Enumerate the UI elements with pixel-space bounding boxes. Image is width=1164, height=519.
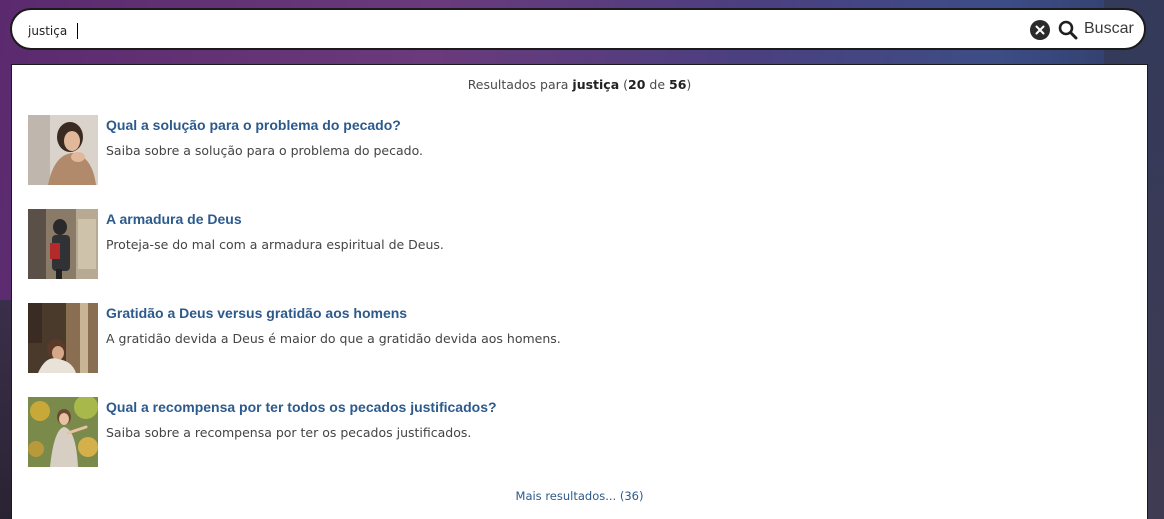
- result-thumbnail: [28, 397, 98, 467]
- result-item[interactable]: Qual a solução para o problema do pecado…: [28, 115, 1128, 187]
- results-total-count: 56: [669, 77, 687, 92]
- results-query: justiça: [572, 77, 620, 92]
- result-description: Saiba sobre a solução para o problema do…: [106, 143, 423, 158]
- results-prefix: Resultados para: [467, 77, 569, 92]
- result-thumbnail: [28, 303, 98, 373]
- result-item[interactable]: Gratidão a Deus versus gratidão aos home…: [28, 303, 1128, 375]
- result-description: Proteja-se do mal com a armadura espirit…: [106, 237, 444, 252]
- text-caret: [77, 23, 78, 39]
- clear-search-button[interactable]: [1030, 20, 1050, 40]
- results-dropdown: Resultados para justiça (20 de 56) Qual …: [11, 64, 1148, 519]
- result-title[interactable]: Gratidão a Deus versus gratidão aos home…: [106, 305, 407, 321]
- results-shown-count: 20: [628, 77, 646, 92]
- search-bar: Buscar: [10, 8, 1146, 50]
- result-item[interactable]: A armadura de Deus Proteja-se do mal com…: [28, 209, 1128, 281]
- result-thumbnail: [28, 115, 98, 185]
- result-title[interactable]: Qual a recompensa por ter todos os pecad…: [106, 399, 497, 415]
- result-description: Saiba sobre a recompensa por ter os peca…: [106, 425, 472, 440]
- search-button-label: Buscar: [1084, 20, 1134, 37]
- result-item[interactable]: Qual a recompensa por ter todos os pecad…: [28, 397, 1128, 469]
- results-summary: Resultados para justiça (20 de 56): [467, 77, 692, 92]
- close-icon: [1035, 25, 1045, 35]
- result-title[interactable]: Qual a solução para o problema do pecado…: [106, 117, 401, 133]
- result-description: A gratidão devida a Deus é maior do que …: [106, 331, 561, 346]
- result-title[interactable]: A armadura de Deus: [106, 211, 242, 227]
- search-icon: [1058, 20, 1078, 40]
- result-thumbnail: [28, 209, 98, 279]
- results-of-word: de: [649, 77, 666, 92]
- search-button[interactable]: Buscar: [1058, 16, 1138, 44]
- search-input[interactable]: [28, 20, 1008, 42]
- more-results-link[interactable]: Mais resultados... (36): [12, 489, 1147, 503]
